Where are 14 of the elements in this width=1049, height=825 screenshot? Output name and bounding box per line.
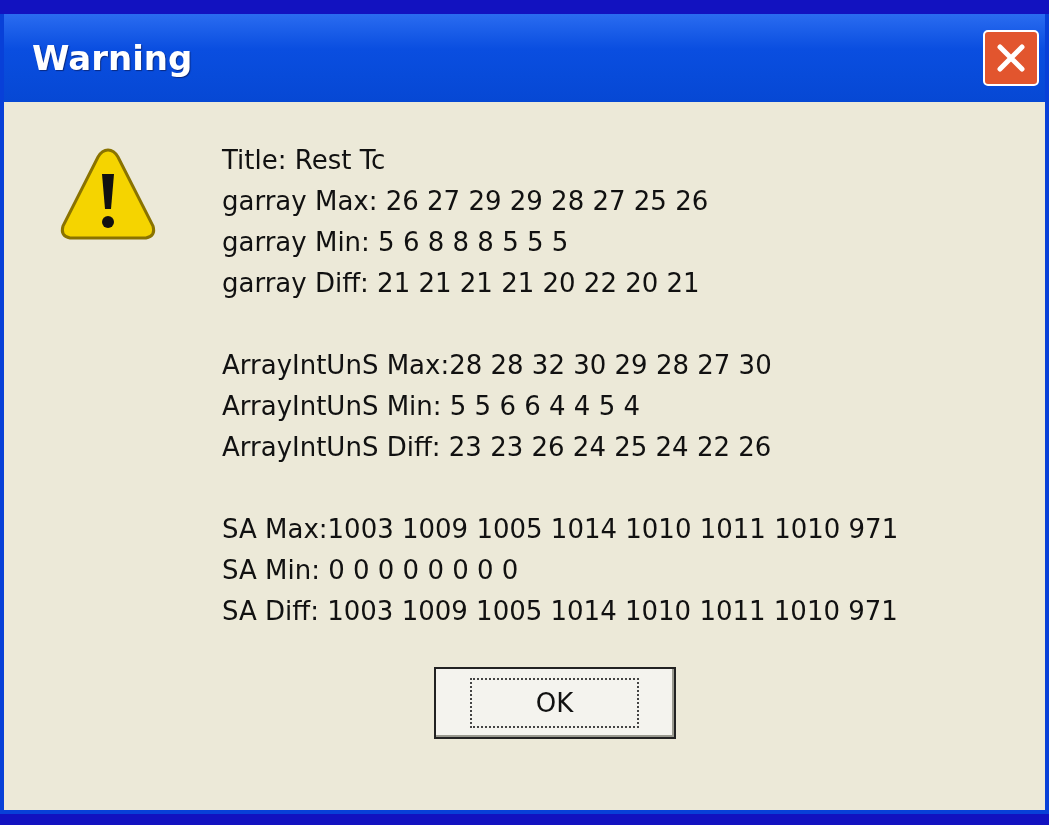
message-line: ArrayIntUnS Min: 5 5 6 6 4 4 5 4: [222, 391, 640, 421]
message-line: Title: Rest Tc: [222, 145, 386, 175]
message-line: ArrayIntUnS Diff: 23 23 26 24 25 24 22 26: [222, 432, 772, 462]
message-line: SA Diff: 1003 1009 1005 1014 1010 1011 1010 971: [222, 596, 898, 626]
window-title: Warning: [32, 38, 193, 78]
close-button[interactable]: [983, 30, 1039, 86]
message-line: garray Min: 5 6 8 8 8 5 5 5: [222, 227, 569, 257]
close-icon: [994, 41, 1028, 75]
message-line: ArrayIntUnS Max:28 28 32 30 29 28 27 30: [222, 350, 772, 380]
message-line: garray Diff: 21 21 21 21 20 22 20 21: [222, 268, 700, 298]
message-line: garray Max: 26 27 29 29 28 27 25 26: [222, 186, 709, 216]
ok-button[interactable]: OK: [433, 667, 676, 739]
message-line: SA Max:1003 1009 1005 1014 1010 1011 1010 971: [222, 514, 899, 544]
message-line: SA Min: 0 0 0 0 0 0 0 0: [222, 555, 519, 585]
